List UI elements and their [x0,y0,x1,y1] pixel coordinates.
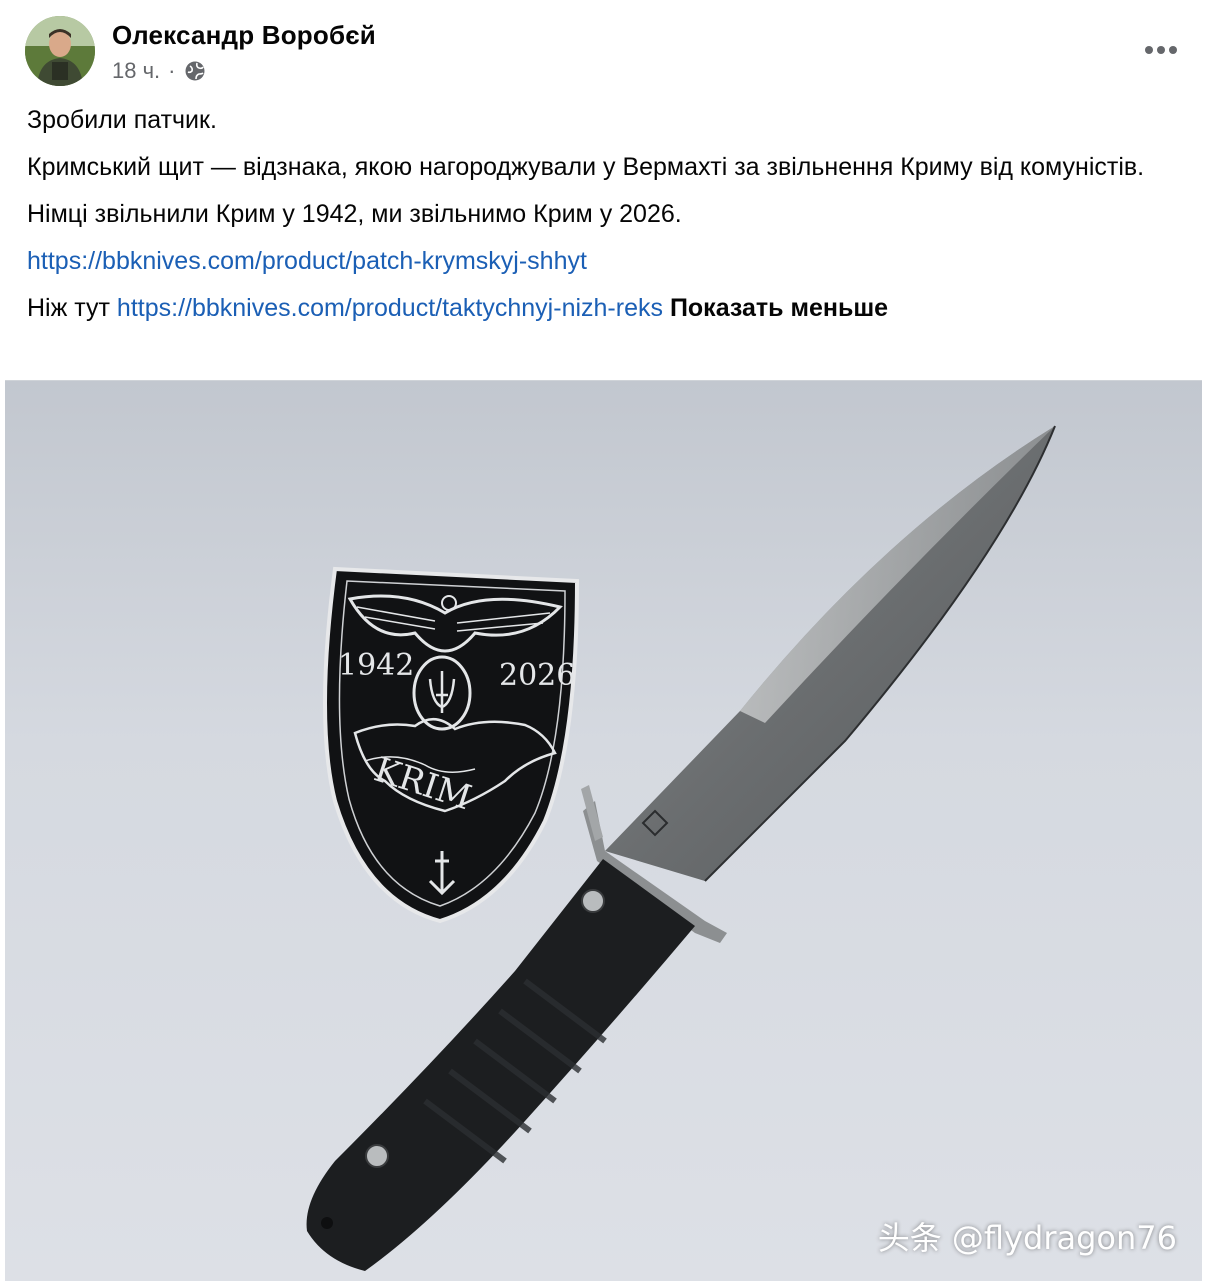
patch-product-link[interactable]: https://bbknives.com/product/patch-kryms… [27,247,587,275]
knife-prefix-text: Ніж тут [27,294,110,322]
patch-group [323,566,580,924]
more-options-icon[interactable] [1141,38,1181,62]
post-paragraph-3: Німці звільнили Крим у 1942, ми звільним… [27,200,682,228]
globe-icon[interactable] [184,60,206,82]
facebook-post: Олександр Воробєй 18 ч. · Зробили патчик… [5,0,1202,1281]
show-less-button[interactable]: Показать меньше [670,294,888,322]
knife-product-link[interactable]: https://bbknives.com/product/taktychnyj-… [117,294,663,322]
post-time[interactable]: 18 ч. [112,58,160,84]
author-name[interactable]: Олександр Воробєй [112,20,376,51]
avatar-image [25,16,95,86]
meta-separator: · [168,58,176,83]
post-photo[interactable]: 1942 2026 KRIM 头条 @flydragon76 [5,380,1202,1281]
photo-illustration: 1942 2026 KRIM [306,425,1056,1271]
post-paragraph-4: https://bbknives.com/product/patch-kryms… [27,245,1177,278]
watermark-text: 头条 @flydragon76 [877,1219,1177,1257]
patch-year-left: 1942 [338,648,414,683]
patch-year-right: 2026 [499,658,575,693]
post-header: Олександр Воробєй 18 ч. · [25,16,1195,92]
post-text: Зробили патчик. Кримський щит — відзнака… [27,104,1177,339]
post-paragraph-2: Кримський щит — відзнака, якою нагороджу… [27,153,1145,181]
post-paragraph-5: Ніж тут https://bbknives.com/product/tak… [27,292,1177,325]
post-paragraph-1: Зробили патчик. [27,106,217,134]
post-meta: 18 ч. · [112,58,206,84]
author-avatar[interactable] [25,16,95,86]
